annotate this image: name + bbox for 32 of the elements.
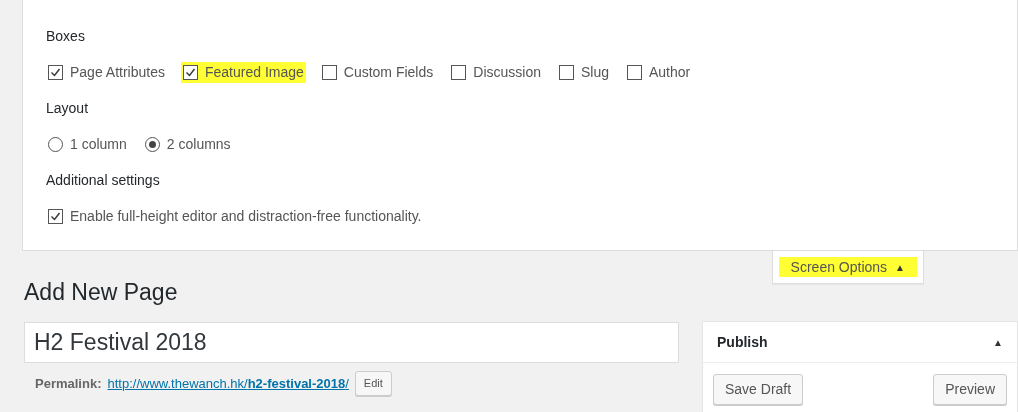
option-label: Discussion bbox=[473, 62, 541, 82]
checkbox[interactable] bbox=[48, 64, 63, 80]
option-label: Featured Image bbox=[204, 62, 304, 82]
section-heading: Layout bbox=[46, 99, 90, 118]
checkbox[interactable] bbox=[451, 64, 467, 80]
option-label: Author bbox=[649, 62, 691, 82]
permalink-link[interactable]: http://www.thewanch.hk/h2-festival-2018/ bbox=[107, 373, 349, 393]
option-label: Page Attributes bbox=[70, 62, 165, 82]
arrow-up-icon: ▲ bbox=[895, 259, 905, 275]
radio-button[interactable] bbox=[144, 136, 160, 152]
option-label: Slug bbox=[580, 62, 609, 82]
permalink-label: Permalink: bbox=[35, 374, 102, 393]
checkbox[interactable] bbox=[321, 64, 337, 80]
edit-button[interactable]: Edit bbox=[354, 371, 392, 396]
title-field[interactable]: H2 Festival 2018 bbox=[24, 322, 679, 363]
checkbox[interactable] bbox=[558, 64, 574, 80]
publish-title: Publish bbox=[717, 332, 768, 352]
option-label: 2 columns bbox=[166, 134, 231, 154]
checkbox[interactable] bbox=[48, 208, 63, 224]
checkbox[interactable] bbox=[627, 64, 642, 80]
screen-options-tab[interactable]: Screen Options ▲ bbox=[771, 251, 924, 284]
section-heading: Boxes bbox=[46, 27, 86, 46]
option-label: 1 column bbox=[70, 134, 127, 154]
checkbox[interactable] bbox=[182, 64, 198, 80]
option-label: Enable full-height editor and distraction-free functionality. bbox=[70, 206, 422, 226]
radio-button[interactable] bbox=[48, 136, 63, 152]
save-draft-button[interactable]: Save Draft bbox=[713, 374, 804, 405]
collapse-arrow-icon[interactable]: ▲ bbox=[993, 334, 1003, 350]
preview-button[interactable]: Preview bbox=[933, 374, 1007, 405]
section-heading: Additional settings bbox=[46, 171, 161, 190]
page-heading: Add New Page bbox=[24, 278, 179, 307]
option-label: Custom Fields bbox=[343, 62, 434, 82]
